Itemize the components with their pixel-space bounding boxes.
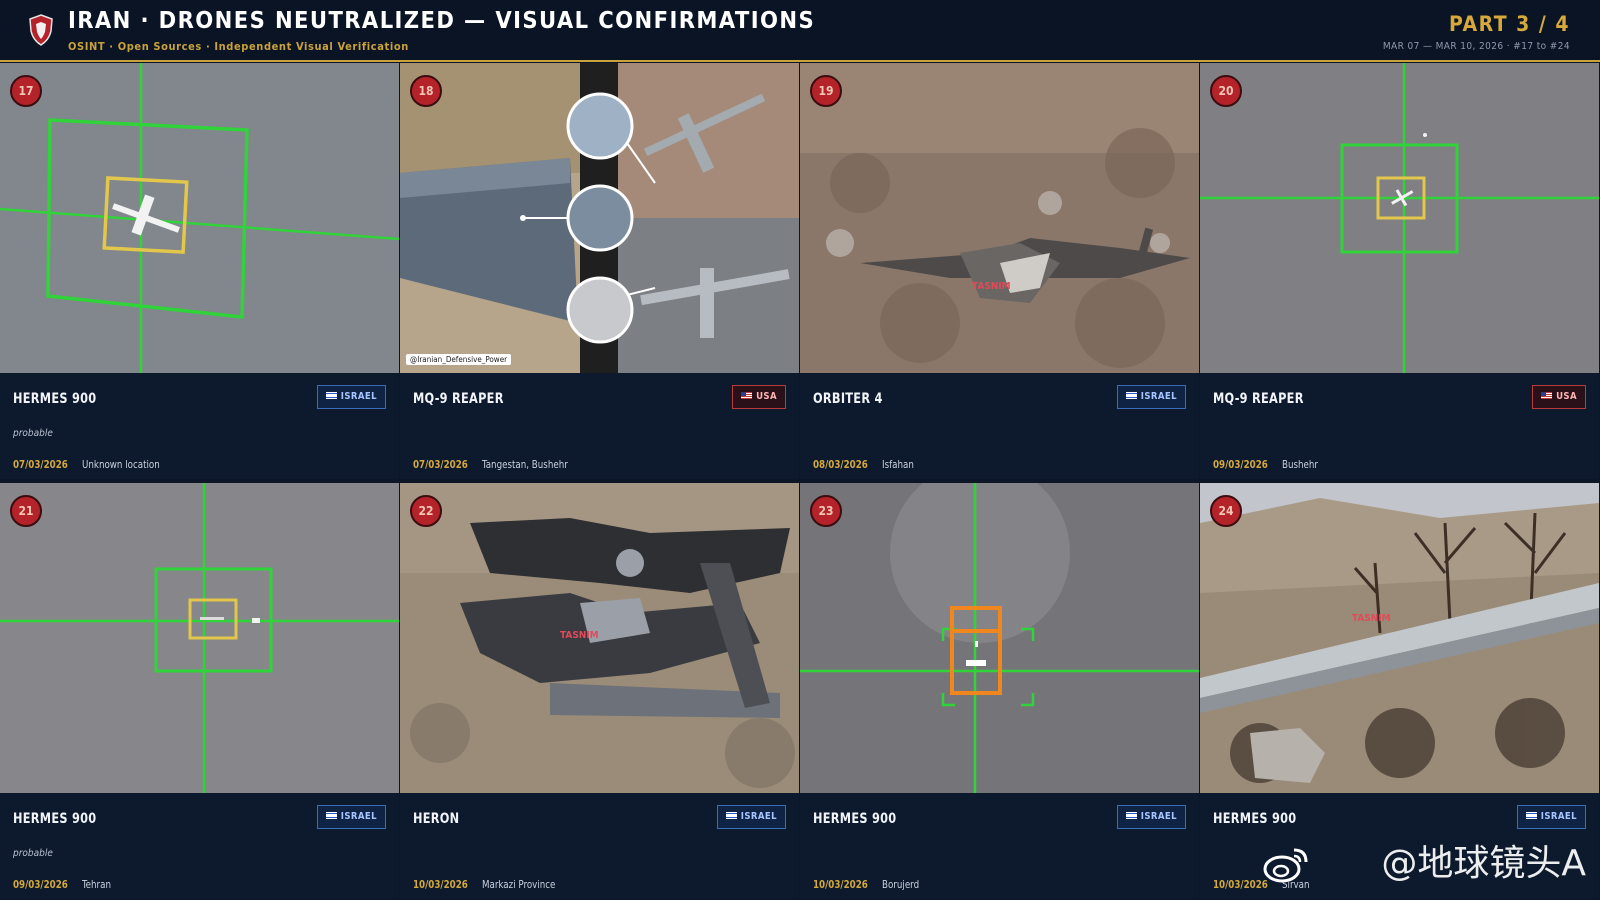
drone-card[interactable]: TASNIM 22 HERON ISRAEL 10/03/2026 Markaz… xyxy=(400,483,799,899)
weibo-logo-icon xyxy=(1263,848,1308,883)
card-photo: TASNIM xyxy=(1200,483,1599,793)
drone-name: HERMES 900 xyxy=(1213,811,1297,827)
confirmation-grid: 17 HERMES 900 ISRAEL probable 07/03/2026… xyxy=(0,63,1600,900)
drone-card[interactable]: 23 HERMES 900 ISRAEL 10/03/2026 Borujerd xyxy=(800,483,1199,899)
country-tag: ISRAEL xyxy=(716,805,786,829)
card-photo: TASNIM xyxy=(400,483,799,793)
confidence-note: probable xyxy=(13,428,53,439)
card-date: 10/03/2026 xyxy=(1213,878,1268,891)
card-photo xyxy=(800,483,1199,793)
country-label: ISRAEL xyxy=(1140,811,1177,822)
israel-flag-icon xyxy=(1525,812,1537,819)
source-credit: TASNIM xyxy=(560,630,599,641)
card-location: Tehran xyxy=(82,878,111,891)
card-number-badge: 17 xyxy=(10,75,42,107)
source-credit: TASNIM xyxy=(1352,613,1391,624)
card-photo xyxy=(1200,63,1599,373)
date-range: MAR 07 — MAR 10, 2026 · #17 to #24 xyxy=(1382,41,1570,52)
country-tag: ISRAEL xyxy=(316,805,386,829)
drone-name: MQ-9 REAPER xyxy=(413,391,504,407)
card-date: 07/03/2026 xyxy=(13,458,68,471)
israel-flag-icon xyxy=(1125,812,1137,819)
card-number-badge: 18 xyxy=(410,75,442,107)
drone-name: MQ-9 REAPER xyxy=(1213,391,1304,407)
country-tag: USA xyxy=(732,385,786,409)
weibo-watermark: @地球镜头A xyxy=(1381,843,1586,884)
card-date: 09/03/2026 xyxy=(13,878,68,891)
country-label: ISRAEL xyxy=(1140,391,1177,402)
country-tag: ISRAEL xyxy=(1116,385,1186,409)
card-number-badge: 19 xyxy=(810,75,842,107)
page-subtitle: OSINT · Open Sources · Independent Visua… xyxy=(68,40,409,53)
country-tag: ISRAEL xyxy=(316,385,386,409)
part-indicator: PART 3 / 4 xyxy=(1449,12,1570,36)
israel-flag-icon xyxy=(1125,392,1137,399)
shield-logo-icon xyxy=(29,14,53,46)
drone-card[interactable]: 21 HERMES 900 ISRAEL probable 09/03/2026… xyxy=(0,483,399,899)
drone-name: HERMES 900 xyxy=(13,811,97,827)
card-date: 08/03/2026 xyxy=(813,458,868,471)
drone-card[interactable]: 17 HERMES 900 ISRAEL probable 07/03/2026… xyxy=(0,63,399,479)
card-photo: TASNIM xyxy=(800,63,1199,373)
country-label: ISRAEL xyxy=(740,811,777,822)
drone-card[interactable]: @Iranian_Defensive_Power 18 MQ-9 REAPER … xyxy=(400,63,799,479)
card-date: 10/03/2026 xyxy=(813,878,868,891)
country-label: USA xyxy=(756,391,777,402)
card-location: Tangestan, Bushehr xyxy=(482,458,568,471)
page-header: IRAN · DRONES NEUTRALIZED — VISUAL CONFI… xyxy=(0,0,1600,62)
card-location: Bushehr xyxy=(1282,458,1319,471)
israel-flag-icon xyxy=(325,392,337,399)
card-number-badge: 23 xyxy=(810,495,842,527)
card-location: Borujerd xyxy=(882,878,920,891)
country-tag: ISRAEL xyxy=(1516,805,1586,829)
card-number-badge: 21 xyxy=(10,495,42,527)
card-location: Isfahan xyxy=(882,458,914,471)
drone-card[interactable]: 20 MQ-9 REAPER USA 09/03/2026 Bushehr xyxy=(1200,63,1599,479)
page-title: IRAN · DRONES NEUTRALIZED — VISUAL CONFI… xyxy=(68,8,816,34)
drone-name: HERON xyxy=(413,811,460,827)
israel-flag-icon xyxy=(325,812,337,819)
country-label: ISRAEL xyxy=(340,811,377,822)
country-tag: USA xyxy=(1532,385,1586,409)
drone-name: ORBITER 4 xyxy=(813,391,883,407)
card-number-badge: 24 xyxy=(1210,495,1242,527)
confidence-note: probable xyxy=(13,848,53,859)
card-date: 10/03/2026 xyxy=(413,878,468,891)
usa-flag-icon xyxy=(1541,392,1553,399)
card-location: Unknown location xyxy=(82,458,160,471)
israel-flag-icon xyxy=(725,812,737,819)
card-location: Markazi Province xyxy=(482,878,556,891)
card-date: 09/03/2026 xyxy=(1213,458,1268,471)
source-credit: TASNIM xyxy=(972,281,1011,292)
source-credit: @Iranian_Defensive_Power xyxy=(406,354,512,365)
drone-name: HERMES 900 xyxy=(813,811,897,827)
usa-flag-icon xyxy=(741,392,753,399)
card-date: 07/03/2026 xyxy=(413,458,468,471)
country-label: ISRAEL xyxy=(340,391,377,402)
country-label: USA xyxy=(1556,391,1577,402)
card-number-badge: 20 xyxy=(1210,75,1242,107)
card-number-badge: 22 xyxy=(410,495,442,527)
card-photo xyxy=(0,483,399,793)
drone-card[interactable]: TASNIM 19 ORBITER 4 ISRAEL 08/03/2026 Is… xyxy=(800,63,1199,479)
country-label: ISRAEL xyxy=(1540,811,1577,822)
card-photo xyxy=(0,63,399,373)
drone-name: HERMES 900 xyxy=(13,391,97,407)
card-photo: @Iranian_Defensive_Power xyxy=(400,63,799,373)
country-tag: ISRAEL xyxy=(1116,805,1186,829)
